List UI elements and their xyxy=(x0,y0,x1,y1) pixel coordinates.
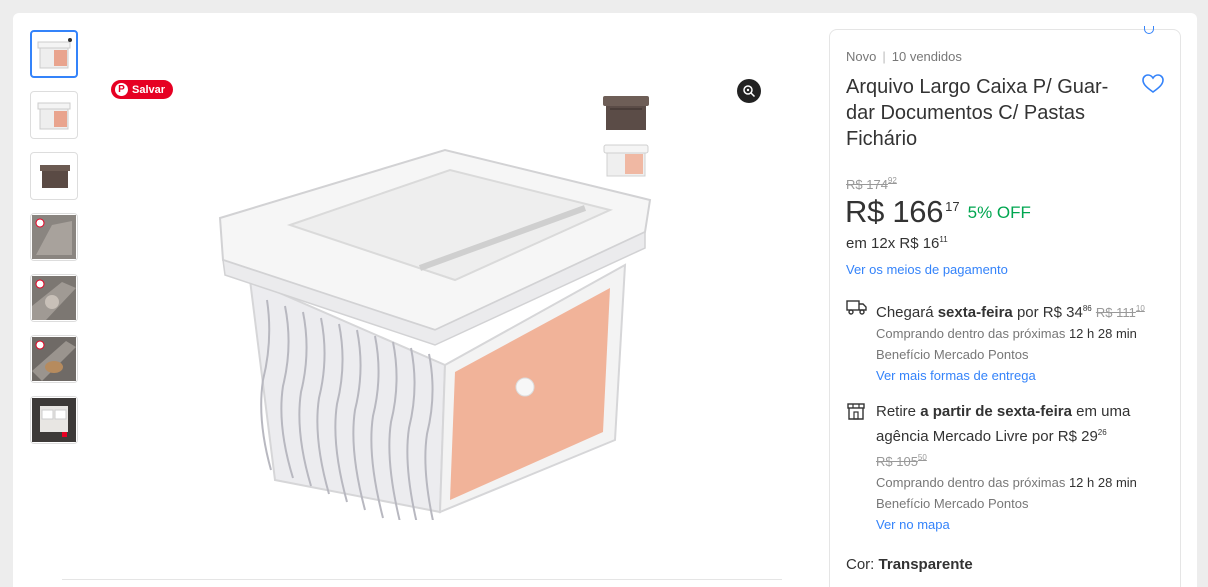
pinterest-save-button[interactable]: P Salvar xyxy=(111,80,174,99)
product-subtitle: Novo | 10 vendidos xyxy=(846,49,962,64)
gallery-divider xyxy=(62,579,782,580)
pickup-benefit: Benefício Mercado Pontos xyxy=(876,496,1029,511)
map-link[interactable]: Ver no mapa xyxy=(876,514,1166,535)
thumbnail-3[interactable] xyxy=(30,152,78,200)
buy-box: Novo | 10 vendidos Arquivo Largo Caixa P/ … xyxy=(829,26,1181,587)
thumbnail-2[interactable] xyxy=(30,91,78,139)
payment-methods-link[interactable]: Ver os meios de pagamento xyxy=(846,262,1008,277)
color-value: Transparente xyxy=(878,556,973,573)
more-shipping-link[interactable]: Ver mais formas de entrega xyxy=(876,365,1166,386)
current-price-cents: 17 xyxy=(945,199,960,214)
product-main-image xyxy=(218,148,652,520)
corner-mark xyxy=(1144,26,1154,34)
thumbnail-1[interactable] xyxy=(30,30,78,78)
pickup-countdown: Comprando dentro das próximas 12 h 28 mi… xyxy=(876,475,1137,490)
color-label: Cor: xyxy=(846,556,875,573)
sold-count: 10 vendidos xyxy=(891,49,962,64)
pickup-text: Retire a partir de sexta-feira em uma ag… xyxy=(876,403,1131,469)
color-selector: Cor: Transparente xyxy=(846,556,973,573)
shipping-countdown: Comprando dentro das próximas 12 h 28 mi… xyxy=(876,326,1137,341)
discount-badge: 5% OFF xyxy=(967,203,1031,222)
store-icon xyxy=(847,403,865,420)
zoom-button[interactable] xyxy=(737,79,761,103)
product-title: Arquivo Largo Caixa P/ Guar-dar Document… xyxy=(846,76,1109,150)
current-price: R$ 166 xyxy=(845,194,944,229)
shipping-section: Chegará sexta-feira por R$ 3486 R$ 11110… xyxy=(846,298,1166,386)
installments-text: em 12x R$ 1611 xyxy=(846,235,948,252)
color-swatch-brown[interactable] xyxy=(600,92,652,132)
price-row: R$ 166 17 5% OFF xyxy=(845,194,1031,230)
thumbnail-list xyxy=(30,30,78,457)
thumbnail-6[interactable] xyxy=(30,335,78,383)
favorite-heart-icon[interactable] xyxy=(1142,74,1164,94)
zoom-icon xyxy=(743,85,756,98)
thumbnail-5[interactable] xyxy=(30,274,78,322)
thumbnail-4[interactable] xyxy=(30,213,78,261)
thumbnail-7[interactable] xyxy=(30,396,78,444)
pinterest-icon: P xyxy=(115,83,128,96)
condition-label: Novo xyxy=(846,49,877,64)
shipping-benefit: Benefício Mercado Pontos xyxy=(876,347,1029,362)
old-price: R$ 17492 xyxy=(846,176,897,192)
pickup-section: Retire a partir de sexta-feira em uma ag… xyxy=(846,401,1166,535)
truck-icon xyxy=(846,300,867,315)
shipping-arrival: Chegará sexta-feira por R$ 3486 R$ 11110 xyxy=(876,304,1145,321)
pinterest-save-label: Salvar xyxy=(132,83,166,96)
